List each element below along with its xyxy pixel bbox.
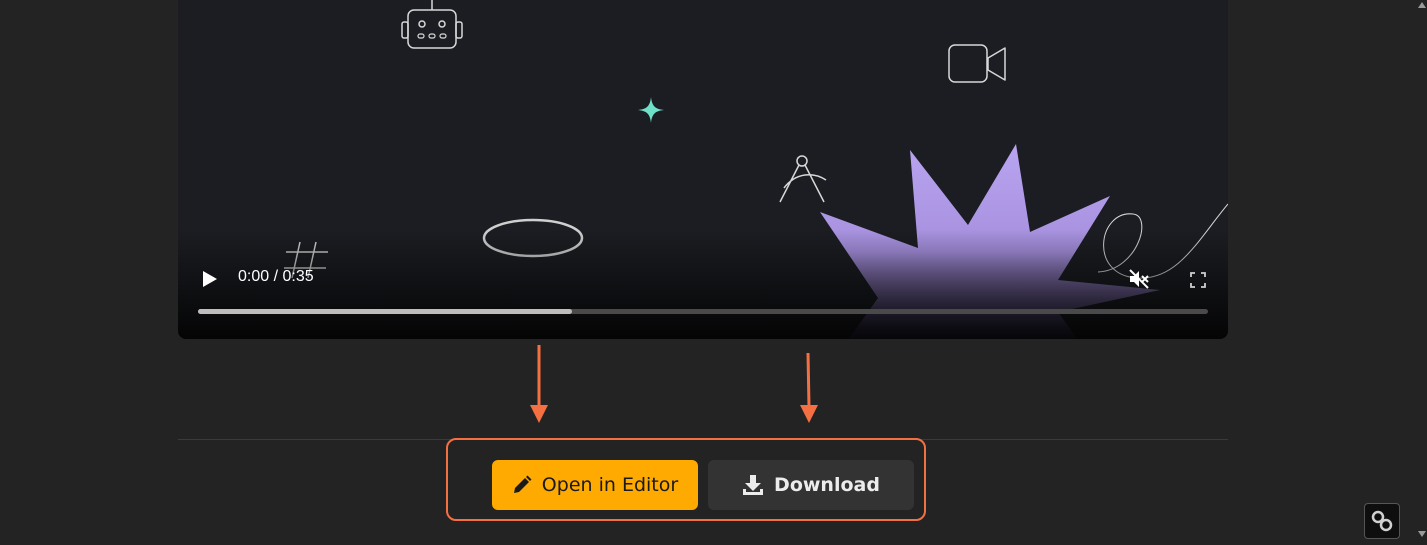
scrollbar[interactable]	[1417, 0, 1427, 545]
scroll-down-icon[interactable]	[1418, 531, 1426, 537]
robot-icon	[401, 0, 463, 49]
video-player[interactable]: 0:00 / 0:35	[178, 0, 1228, 339]
open-in-editor-label: Open in Editor	[541, 474, 679, 496]
muted-speaker-icon[interactable]	[1128, 268, 1150, 290]
download-button[interactable]: Download	[708, 460, 914, 510]
link-chain-icon	[1371, 510, 1393, 532]
download-icon	[743, 475, 764, 495]
progress-fill	[198, 309, 572, 314]
open-in-editor-button[interactable]: Open in Editor	[492, 460, 698, 510]
time-display: 0:00 / 0:35	[238, 268, 314, 285]
pencil-icon	[513, 475, 532, 493]
controls-gradient	[178, 229, 1228, 339]
fullscreen-icon[interactable]	[1190, 272, 1206, 288]
video-camera-icon	[948, 44, 1006, 83]
progress-bar[interactable]	[198, 309, 1208, 314]
download-label: Download	[774, 474, 880, 496]
sparkle-icon	[638, 97, 664, 123]
down-arrow-annotation	[800, 353, 818, 423]
link-widget-button[interactable]	[1364, 503, 1400, 539]
play-icon[interactable]	[202, 270, 218, 288]
down-arrow-annotation	[530, 345, 548, 423]
scroll-up-icon[interactable]	[1418, 2, 1426, 8]
